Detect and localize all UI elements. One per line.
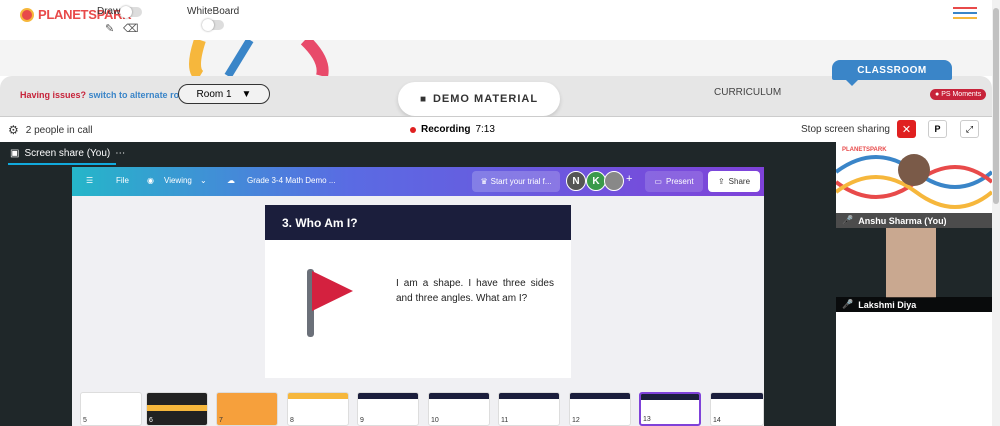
page-scrollbar[interactable] [992,0,1000,426]
thumbnail-number: 13 [643,416,651,423]
draw-label: Draw [97,6,121,17]
recording-dot-icon [410,126,416,133]
canva-toolbar: ☰ File ◉ Viewing ⌄ ☁ Grade 3-4 Math Demo… [72,167,764,196]
present-button[interactable]: ▭ Present [645,171,703,192]
whiteboard-toggle[interactable] [202,19,224,31]
room-select[interactable]: Room 1 ▼ [178,84,270,104]
classroom-tab[interactable]: CLASSROOM [832,60,952,80]
p-button[interactable]: P [928,120,947,138]
thumbnail[interactable]: 11 [498,392,560,426]
expand-icon[interactable]: ⤢ [960,120,979,138]
top-bar: PLANETSPARK Draw ✎ ⌫ WhiteBoard [0,0,992,40]
eraser-icon[interactable]: ⌫ [123,22,139,35]
logo-icon [20,7,34,22]
thumbnail[interactable]: 7 [216,392,278,426]
start-trial-button[interactable]: ♛ Start your trial f... [472,171,560,192]
document-title[interactable]: Grade 3-4 Math Demo ... [247,176,335,185]
screen-share-label: Screen share (You) [24,148,111,159]
settings-gear-icon[interactable]: ⚙ [8,123,19,137]
menu-icon[interactable] [953,7,977,22]
thumbnail[interactable]: 8 [287,392,349,426]
recording-indicator: Recording 7:13 [410,124,495,135]
room-label: Room 1 [196,88,232,100]
caret-down-icon: ▼ [241,88,252,100]
thumbnail[interactable]: 14 [710,392,764,426]
microphone-icon[interactable]: 🎤 [842,215,853,226]
participant-name: Anshu Sharma (You) [858,215,947,226]
participant-name: Lakshmi Diya [858,299,917,310]
canva-window: ☰ File ◉ Viewing ⌄ ☁ Grade 3-4 Math Demo… [72,167,764,426]
thumbnail-number: 9 [360,417,364,424]
flag-icon [307,269,353,337]
recording-label: Recording [421,124,471,135]
thumbnail[interactable]: 6 [146,392,208,426]
ps-moments-label: PS Moments [941,91,982,98]
classroom-pointer [846,80,858,86]
issues-text: Having issues? switch to alternate room [20,90,193,100]
chevron-down-icon: ⌄ [200,176,207,185]
participant-tile[interactable]: PLANETSPARK 🎤 Anshu Sharma (You) [834,142,994,228]
share-label: Share [728,177,751,186]
folder-icon: ■ [419,93,427,105]
thumbnail-number: 6 [149,417,153,424]
screen-share-tab[interactable]: ▣ Screen share (You) ⋯ [10,148,125,159]
more-options-icon[interactable]: ⋯ [115,148,125,159]
hamburger-icon[interactable]: ☰ [86,176,93,185]
trial-label: Start your trial f... [490,177,552,186]
participant-video [886,228,936,298]
demo-material-button[interactable]: ■ DEMO MATERIAL [398,82,560,116]
thumbnail[interactable]: 9 [357,392,419,426]
file-menu[interactable]: File [116,176,129,185]
slide-canvas: 3. Who Am I? I am a shape. I have three … [265,205,571,378]
screen-icon: ▣ [10,148,20,159]
recording-time: 7:13 [475,124,495,135]
thumbnail-number: 12 [572,417,580,424]
thumbnail-active[interactable]: 13 [639,392,701,426]
slide-heading: 3. Who Am I? [265,205,571,240]
ps-moments-badge[interactable]: ● PS Moments [930,89,987,100]
draw-toggle[interactable] [120,6,142,18]
avatar[interactable]: K [586,171,606,191]
room-toolbar: Having issues? switch to alternate room … [0,60,992,116]
thumbnail[interactable]: 10 [428,392,490,426]
demo-material-label: DEMO MATERIAL [432,93,539,105]
thumbnail-number: 10 [431,417,439,424]
microphone-icon[interactable]: 🎤 [842,299,853,310]
record-dot-icon: ● [935,91,940,98]
cloud-icon: ☁ [227,176,235,185]
call-bar: ⚙ 2 people in call Recording 7:13 Stop s… [0,116,992,142]
pencil-icon[interactable]: ✎ [105,22,114,35]
thumbnail-number: 5 [83,417,87,424]
people-count: 2 people in call [25,124,93,136]
alternate-room-link[interactable]: switch to alternate room [89,90,193,100]
present-label: Present [665,177,694,186]
issues-label: Having issues? [20,90,87,100]
thumbnail-number: 7 [219,417,223,424]
curriculum-tab[interactable]: CURRICULUM [714,87,781,98]
crown-icon: ♛ [480,177,488,186]
participant-tile[interactable]: 🎤 Lakshmi Diya [836,228,992,312]
participant-panel: PLANETSPARK 🎤 Anshu Sharma (You) 🎤 Laksh… [834,142,994,312]
avatar[interactable]: N [566,171,586,191]
eye-icon: ◉ [147,176,154,185]
close-icon[interactable]: ✕ [897,120,916,138]
plus-icon[interactable]: + [626,173,632,185]
avatar-photo[interactable] [604,171,624,191]
thumbnail-number: 8 [290,417,294,424]
thumbnail[interactable]: 12 [569,392,631,426]
slide-thumbnails: 5 6 7 8 9 10 11 12 13 14 [80,392,764,426]
tab-underline [8,163,116,165]
viewing-menu[interactable]: Viewing [164,176,192,185]
thumbnail[interactable]: 5 [80,392,142,426]
whiteboard-label: WhiteBoard [187,6,240,17]
thumbnail-number: 14 [713,417,721,424]
tile-logo: PLANETSPARK [842,147,887,153]
share-button[interactable]: ⇪ Share [708,171,760,192]
screen-share-area: ▣ Screen share (You) ⋯ ☰ File ◉ Viewing … [0,142,836,426]
present-icon: ▭ [654,177,662,186]
thumbnail-number: 11 [501,417,509,424]
stop-screen-sharing[interactable]: Stop screen sharing [801,124,890,135]
share-icon: ⇪ [717,177,725,186]
slide-text: I am a shape. I have three sides and thr… [396,278,554,304]
